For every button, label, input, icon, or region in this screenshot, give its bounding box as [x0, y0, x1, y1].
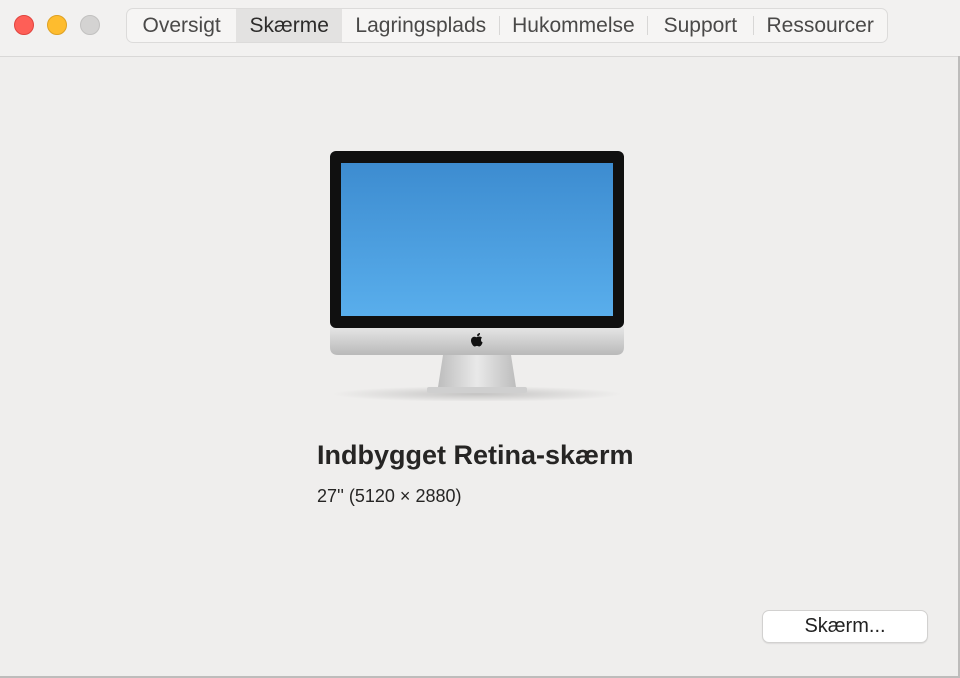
about-this-mac-window: Oversigt Skærme Lagringsplads Hukommelse…: [0, 0, 960, 678]
display-settings-button[interactable]: Skærm...: [762, 610, 928, 643]
screen: [341, 163, 613, 316]
tab-lagringsplads[interactable]: Lagringsplads: [342, 9, 499, 42]
zoom-window-button[interactable]: [80, 15, 100, 35]
tab-ressourcer[interactable]: Ressourcer: [753, 9, 887, 42]
minimize-window-button[interactable]: [47, 15, 67, 35]
display-name: Indbygget Retina-skærm: [317, 440, 634, 470]
imac-icon: [330, 151, 624, 401]
close-window-button[interactable]: [14, 15, 34, 35]
title-bar: Oversigt Skærme Lagringsplads Hukommelse…: [0, 0, 960, 57]
tab-skaerme[interactable]: Skærme: [236, 9, 343, 42]
tab-bar: Oversigt Skærme Lagringsplads Hukommelse…: [126, 8, 888, 43]
tab-support[interactable]: Support: [647, 9, 753, 42]
display-spec: 27'' (5120 × 2880): [317, 486, 462, 506]
tab-oversigt[interactable]: Oversigt: [127, 9, 236, 42]
tab-hukommelse[interactable]: Hukommelse: [499, 9, 647, 42]
